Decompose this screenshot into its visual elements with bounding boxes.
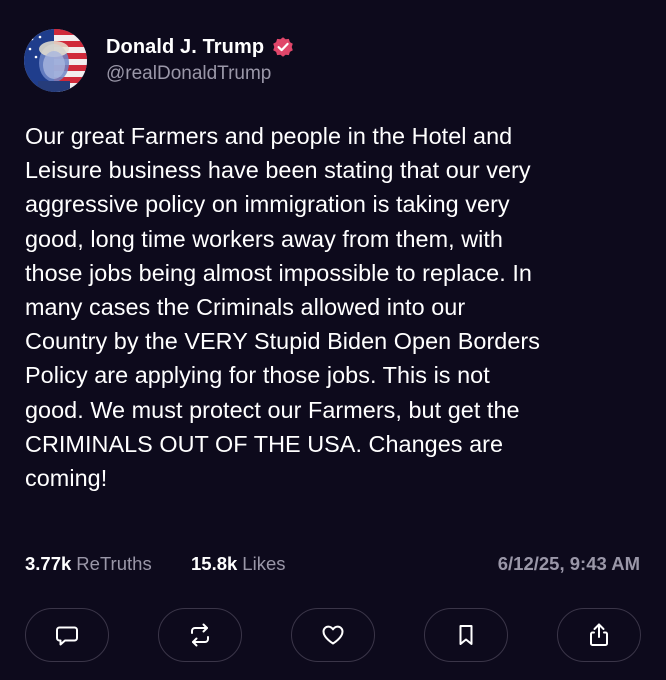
- post-stats: 3.77k ReTruths 15.8k Likes 6/12/25, 9:43…: [25, 553, 640, 577]
- likes-count: 15.8k: [191, 553, 238, 574]
- post-card: Donald J. Trump @realDonaldTrump Our gre…: [0, 0, 666, 680]
- retruths-count: 3.77k: [25, 553, 72, 574]
- post-text: Our great Farmers and people in the Hote…: [25, 123, 540, 492]
- author-names: Donald J. Trump @realDonaldTrump: [106, 35, 295, 85]
- likes-label: Likes: [242, 553, 286, 574]
- avatar[interactable]: [24, 28, 87, 92]
- share-button[interactable]: [557, 608, 641, 662]
- bookmark-button[interactable]: [424, 608, 508, 662]
- like-button[interactable]: [291, 608, 375, 662]
- reply-button[interactable]: [25, 608, 109, 662]
- name-row: Donald J. Trump: [106, 35, 295, 59]
- retruth-button[interactable]: [158, 608, 242, 662]
- retruths-label: ReTruths: [76, 553, 152, 574]
- verified-badge-icon: [271, 35, 295, 59]
- post-timestamp: 6/12/25, 9:43 AM: [497, 553, 640, 574]
- heart-icon: [322, 625, 344, 645]
- bookmark-icon: [459, 625, 473, 645]
- share-icon: [590, 623, 608, 646]
- post-header: Donald J. Trump @realDonaldTrump: [24, 28, 295, 92]
- likes-stat[interactable]: 15.8k Likes: [191, 553, 286, 575]
- author-handle[interactable]: @realDonaldTrump: [106, 63, 295, 85]
- action-bar: [25, 608, 641, 664]
- author-display-name[interactable]: Donald J. Trump: [106, 36, 264, 59]
- retruths-stat[interactable]: 3.77k ReTruths: [25, 553, 152, 575]
- comment-icon: [56, 626, 78, 646]
- retruth-icon: [191, 623, 209, 647]
- avatar-image: [24, 28, 87, 92]
